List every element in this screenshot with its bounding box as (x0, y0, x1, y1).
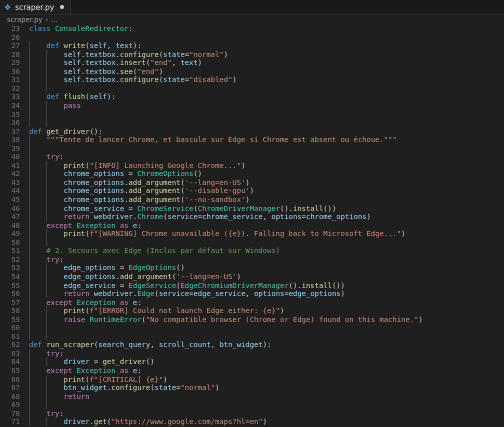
indent-guide (46, 306, 48, 341)
indent-guide (46, 160, 48, 221)
line-number: 71 (11, 417, 20, 427)
indent-guide (46, 263, 48, 298)
code-token: ) (262, 417, 268, 427)
code-token: driver (63, 417, 90, 427)
code-line[interactable]: 71 driver.get("https://www.google.com/ma… (0, 417, 504, 426)
unsaved-dot-icon[interactable] (60, 5, 65, 9)
indent-guide (46, 100, 48, 127)
indent-guide (46, 229, 48, 247)
code-editor[interactable]: 23 class ConsoleRedirector: 26 27 def write… (0, 23, 504, 427)
indent-guide (29, 348, 30, 426)
code-token: "https://www.google.com/maps?hl=en" (111, 417, 263, 427)
indent-guide (46, 374, 48, 409)
indent-guide (29, 41, 30, 127)
indent-guide (46, 357, 48, 366)
indent-guide (46, 417, 48, 426)
indent-guide (46, 49, 48, 93)
tab-bar: ❖ scraper.py (0, 0, 504, 15)
code-token: get (93, 417, 107, 427)
tab-label: scraper.py (15, 2, 55, 12)
indent-guide (29, 135, 30, 341)
python-icon: ❖ (4, 2, 12, 12)
tab-scraper-py[interactable]: ❖ scraper.py (0, 0, 72, 14)
code-text: driver.get("https://www.google.com/maps?… (29, 417, 267, 426)
